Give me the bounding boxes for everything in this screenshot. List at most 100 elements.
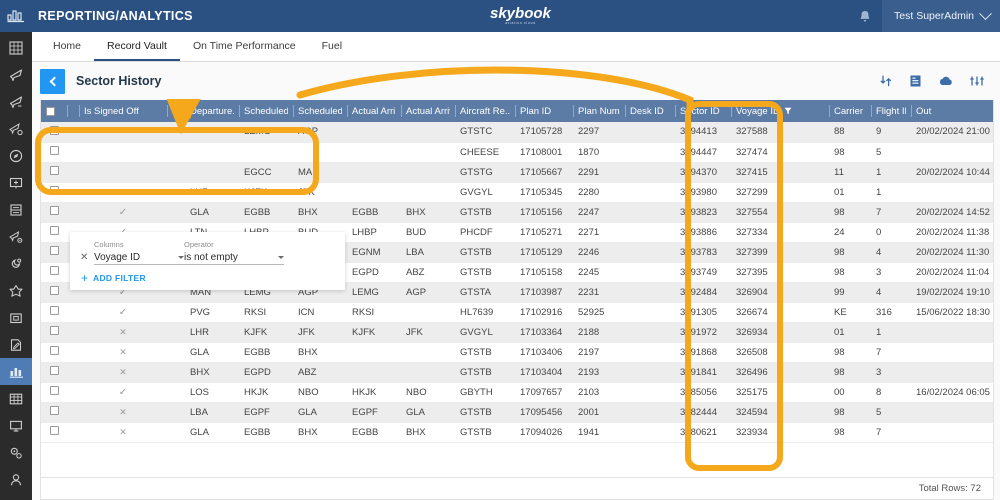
table-row[interactable]: ✓ LOS HKJK NBO HKJK NBO GBYTH 17097657 2103 35850… xyxy=(41,382,993,403)
table-row[interactable]: EGCC MAN GTSTG 17105667 2291 3594370 327415 11 1… xyxy=(41,162,993,183)
rail-item-aircraft-alt[interactable] xyxy=(0,88,32,115)
analytics-icon xyxy=(9,367,23,378)
row-checkbox[interactable] xyxy=(49,386,59,395)
rail-item-clipboard-edit[interactable] xyxy=(0,331,32,358)
table-row[interactable]: ✕ GLA EGBB BHX EGBB BHX GTSTB 17094026 1941 35806… xyxy=(41,422,993,443)
rail-item-analytics[interactable] xyxy=(0,358,32,385)
row-checkbox[interactable] xyxy=(49,226,59,235)
rail-item-list-panel[interactable] xyxy=(0,196,32,223)
cell-plannum: 2197 xyxy=(573,342,625,363)
table-row[interactable]: LEMG AGP GTSTC 17105728 2297 3594413 327588 88 9… xyxy=(41,122,993,143)
rail-item-weather[interactable] xyxy=(0,250,32,277)
rail-item-user[interactable] xyxy=(0,466,32,493)
cell-sectorid: 3594447 xyxy=(675,142,731,163)
cell-signed: ✕ xyxy=(79,322,167,343)
rail-item-briefcase[interactable] xyxy=(0,304,32,331)
cell-flightid: 3 xyxy=(871,262,911,283)
column-header-voyageid[interactable]: Voyage ID xyxy=(731,100,829,122)
rail-item-document-export[interactable] xyxy=(0,493,32,500)
column-header-carrier[interactable]: Carrier Co... xyxy=(829,100,871,122)
row-checkbox[interactable] xyxy=(49,166,59,175)
cell-actarr1: LEMG xyxy=(347,282,401,303)
table-row[interactable]: ✕ GLA EGBB BHX GTSTB 17103406 2197 3591868 32650… xyxy=(41,342,993,363)
row-checkbox[interactable] xyxy=(49,406,59,415)
table-row[interactable]: ✕ BHX EGPD ABZ GTSTB 17103404 2193 3591841 32649… xyxy=(41,362,993,383)
column-header-blank1[interactable] xyxy=(167,100,185,122)
add-filter-button[interactable]: + ADD FILTER xyxy=(81,272,332,284)
notifications-button[interactable] xyxy=(848,0,882,32)
row-checkbox[interactable] xyxy=(49,125,59,135)
cloud-button[interactable] xyxy=(938,75,954,87)
column-header-actarr2[interactable]: Actual Arriv... xyxy=(401,100,455,122)
rail-item-aircraft[interactable] xyxy=(0,61,32,88)
rail-item-table[interactable] xyxy=(0,385,32,412)
table-row[interactable]: ✕ LHR KJFK JFK GVGYL 17105345 2280 3593980 32729… xyxy=(41,182,993,203)
column-header-sched1[interactable]: Scheduled... xyxy=(239,100,293,122)
user-menu[interactable]: Test SuperAdmin xyxy=(882,0,1000,32)
table-row[interactable]: ✓ GLA EGBB BHX EGBB BHX GTSTB 17105156 2247 35938… xyxy=(41,202,993,223)
cell-aircraft: GTSTA xyxy=(455,282,515,303)
row-checkbox[interactable] xyxy=(49,266,59,275)
row-checkbox[interactable] xyxy=(49,246,59,255)
column-header-planid[interactable]: Plan ID xyxy=(515,100,573,122)
tab-on-time-performance[interactable]: On Time Performance xyxy=(180,32,309,61)
column-header-out[interactable]: Out xyxy=(911,100,993,122)
tab-home[interactable]: Home xyxy=(40,32,94,61)
back-button[interactable] xyxy=(40,68,65,94)
rail-item-compass[interactable] xyxy=(0,142,32,169)
rail-item-monitor[interactable] xyxy=(0,412,32,439)
top-bar: REPORTING/ANALYTICS skybook aviation clo… xyxy=(0,0,1000,32)
report-button[interactable] xyxy=(909,74,922,88)
column-header-aircraft[interactable]: Aircraft Re... xyxy=(455,100,515,122)
filter-column-select[interactable]: Voyage ID xyxy=(94,250,184,265)
cell-flightid: 7 xyxy=(871,422,911,443)
rail-item-aircraft-settings[interactable] xyxy=(0,115,32,142)
table-row[interactable]: ✓ PVG RKSI ICN RKSI HL7639 17102916 52925 359130… xyxy=(41,302,993,323)
tab-record-vault[interactable]: Record Vault xyxy=(94,32,180,61)
cell-sep xyxy=(67,302,79,323)
row-checkbox[interactable] xyxy=(49,366,59,375)
column-header-sectorid[interactable]: Sector ID xyxy=(675,100,731,122)
rail-item-pin[interactable] xyxy=(0,277,32,304)
table-row[interactable]: ✕ LBA EGPF GLA EGPF GLA GTSTB 17095456 2001 35824… xyxy=(41,402,993,423)
cell-plannum: 52925 xyxy=(573,302,625,323)
row-checkbox[interactable] xyxy=(49,186,59,195)
cell-aircraft: GBYTH xyxy=(455,382,515,403)
row-checkbox[interactable] xyxy=(49,146,59,155)
column-header-actarr1[interactable]: Actual Arri... xyxy=(347,100,401,122)
column-header-sep[interactable] xyxy=(67,100,79,122)
column-header-sched2[interactable]: Scheduled... xyxy=(293,100,347,122)
row-checkbox[interactable] xyxy=(49,286,59,295)
rail-item-grid[interactable] xyxy=(0,34,32,61)
column-header-signed[interactable]: Is Signed Off xyxy=(79,100,167,122)
report-icon xyxy=(910,75,921,87)
cell-voyageid: 327474 xyxy=(731,142,829,163)
tab-fuel[interactable]: Fuel xyxy=(309,32,355,61)
sync-button[interactable] xyxy=(879,74,893,88)
column-header-plannum[interactable]: Plan Num... xyxy=(573,100,625,122)
column-header-flightid[interactable]: Flight ID xyxy=(871,100,911,122)
cell-aircraft: GTSTB xyxy=(455,402,515,423)
table-row[interactable]: ✕ LHR KJFK JFK KJFK JFK GVGYL 17103364 2188 35919… xyxy=(41,322,993,343)
close-icon[interactable]: ✕ xyxy=(80,251,94,265)
column-header-departure[interactable]: Departure... xyxy=(185,100,239,122)
cell-actarr2 xyxy=(401,122,455,143)
column-header-label: Out xyxy=(916,105,932,117)
row-checkbox[interactable] xyxy=(49,326,59,335)
table-row[interactable]: CHEESE1710800118703594447327474985••• xyxy=(41,142,993,163)
cell-blank1 xyxy=(167,322,185,343)
cell-deskid xyxy=(625,342,675,363)
row-checkbox[interactable] xyxy=(49,206,59,215)
rail-item-settings[interactable] xyxy=(0,439,32,466)
row-checkbox[interactable] xyxy=(49,426,59,435)
row-checkbox[interactable] xyxy=(49,346,59,355)
rail-item-flight-gear[interactable] xyxy=(0,223,32,250)
rail-item-presentation[interactable] xyxy=(0,169,32,196)
column-settings-button[interactable] xyxy=(970,74,984,88)
row-checkbox[interactable] xyxy=(49,306,59,315)
column-header-check[interactable] xyxy=(41,100,67,122)
column-header-deskid[interactable]: Desk ID xyxy=(625,100,675,122)
filter-operator-select[interactable]: is not empty xyxy=(184,250,284,265)
select-all-checkbox[interactable] xyxy=(46,106,55,116)
cell-planid: 17095456 xyxy=(515,402,573,423)
